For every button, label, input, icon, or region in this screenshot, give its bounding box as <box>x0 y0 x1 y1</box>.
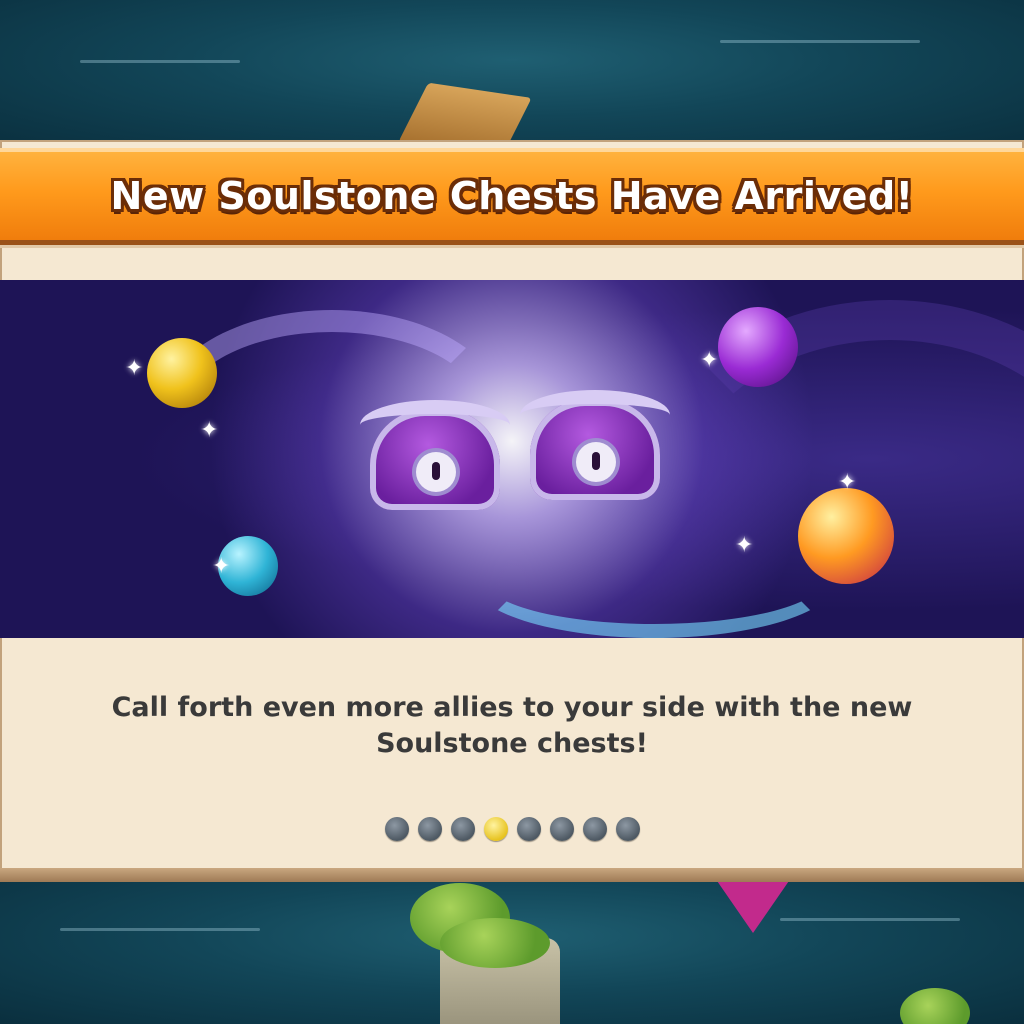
grass-island <box>900 988 970 1024</box>
purple-chest-icon <box>360 390 510 520</box>
popup-header: New Soulstone Chests Have Arrived! <box>0 148 1024 245</box>
panel-bottom-border <box>0 868 1024 882</box>
sparkle-icon: ✦ <box>735 533 754 558</box>
pink-crystal <box>715 878 791 933</box>
page-dot[interactable] <box>384 817 409 841</box>
wave-decoration <box>60 928 260 931</box>
page-dot[interactable] <box>516 817 541 841</box>
sparkle-icon: ✦ <box>838 470 857 495</box>
magic-swirl <box>470 520 838 638</box>
ocean-background-bottom <box>0 878 1024 1024</box>
sparkle-icon: ✦ <box>200 418 219 443</box>
page-dot[interactable] <box>450 817 475 841</box>
popup-title: New Soulstone Chests Have Arrived! <box>110 174 914 218</box>
sparkle-icon: ✦ <box>700 348 719 373</box>
gold-soulstone-icon <box>147 338 217 408</box>
news-popup-panel: New Soulstone Chests Have Arrived! ✦ ✦ ✦… <box>0 140 1024 882</box>
sparkle-icon: ✦ <box>212 554 231 579</box>
page-dot[interactable] <box>582 817 607 841</box>
page-indicator <box>0 817 1024 841</box>
purple-soulstone-icon <box>718 307 798 387</box>
sparkle-icon: ✦ <box>125 356 144 381</box>
popup-description: Call forth even more allies to your side… <box>111 692 913 759</box>
page-dot[interactable] <box>417 817 442 841</box>
page-dot-active[interactable] <box>483 817 508 841</box>
wave-decoration <box>80 60 240 63</box>
soulstone-banner-image: ✦ ✦ ✦ ✦ ✦ ✦ <box>0 280 1024 638</box>
ocean-background-top <box>0 0 1024 150</box>
page-dot[interactable] <box>549 817 574 841</box>
purple-chest-icon <box>520 380 670 510</box>
wave-decoration <box>720 40 920 43</box>
wave-decoration <box>780 918 960 921</box>
page-dot[interactable] <box>615 817 640 841</box>
grass-island <box>440 918 550 968</box>
orange-soulstone-icon <box>798 488 894 584</box>
